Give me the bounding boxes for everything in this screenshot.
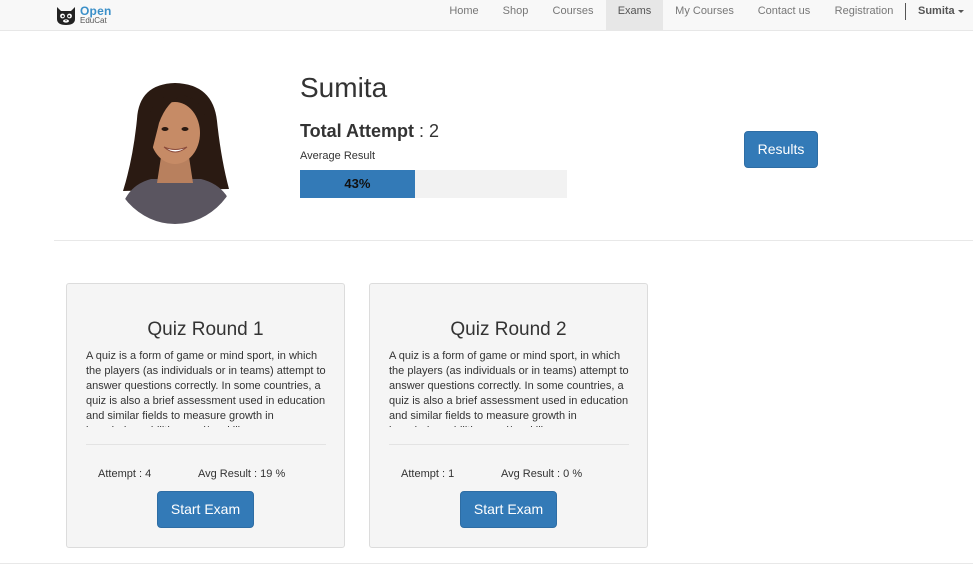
nav-item-home[interactable]: Home — [441, 0, 487, 31]
nav-item-courses[interactable]: Courses — [544, 0, 602, 31]
user-name: Sumita — [918, 5, 955, 17]
quiz-avg-result: Avg Result : 0 % — [501, 468, 583, 480]
nav-item-my-courses[interactable]: My Courses — [669, 0, 740, 31]
quiz-card: Quiz Round 1 A quiz is a form of game or… — [66, 283, 345, 548]
start-exam-button[interactable]: Start Exam — [157, 491, 254, 528]
nav-item-registration[interactable]: Registration — [827, 0, 901, 31]
quiz-description: A quiz is a form of game or mind sport, … — [389, 350, 629, 427]
avatar — [109, 79, 241, 224]
footer-divider — [0, 563, 973, 564]
total-attempt-value: : 2 — [419, 121, 440, 141]
start-exam-button[interactable]: Start Exam — [460, 491, 557, 528]
total-attempt-label: Total Attempt — [300, 121, 414, 141]
quiz-title: Quiz Round 2 — [450, 319, 567, 340]
brand-name-bottom: EduCat — [80, 16, 107, 25]
card-divider — [86, 444, 326, 445]
card-divider — [389, 444, 629, 445]
quiz-description: A quiz is a form of game or mind sport, … — [86, 350, 326, 427]
average-result-label: Average Result — [300, 150, 376, 162]
quiz-card: Quiz Round 2 A quiz is a form of game or… — [369, 283, 648, 548]
quiz-attempt-count: Attempt : 1 — [401, 468, 455, 480]
total-attempt: Total Attempt : 2 — [300, 121, 439, 142]
nav-item-exams[interactable]: Exams — [606, 0, 663, 31]
top-navbar: Open EduCat Home Shop Courses Exams My C… — [0, 0, 973, 31]
cat-logo-icon — [57, 7, 75, 25]
average-result-progress: 43% — [300, 170, 567, 198]
nav-item-shop[interactable]: Shop — [494, 0, 537, 31]
section-divider — [54, 240, 973, 241]
profile-name: Sumita — [300, 72, 388, 103]
nav-separator — [905, 3, 906, 20]
results-button[interactable]: Results — [744, 131, 818, 168]
brand-logo[interactable]: Open EduCat — [54, 1, 111, 29]
progress-text: 43% — [344, 176, 371, 191]
chevron-down-icon — [957, 9, 964, 13]
profile-photo — [109, 79, 241, 224]
quiz-attempt-count: Attempt : 4 — [98, 468, 152, 480]
nav-item-contact-us[interactable]: Contact us — [751, 0, 817, 31]
user-menu-dropdown[interactable]: Sumita — [918, 0, 964, 23]
quiz-title: Quiz Round 1 — [147, 319, 264, 340]
quiz-avg-result: Avg Result : 19 % — [198, 468, 286, 480]
